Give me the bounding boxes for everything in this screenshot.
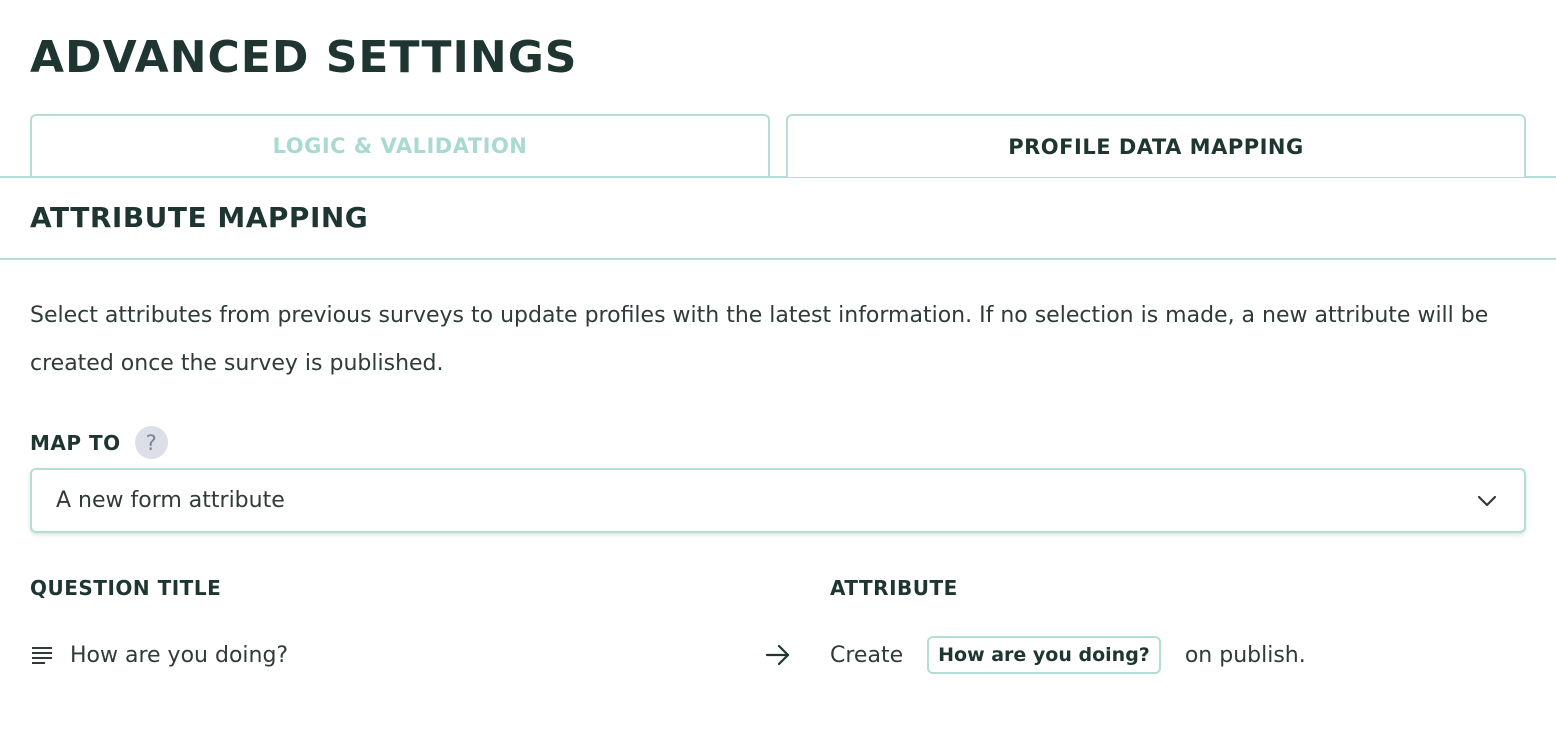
attribute-prefix: Create xyxy=(830,642,904,668)
attribute-header: ATTRIBUTE xyxy=(830,576,958,600)
text-lines-icon xyxy=(30,643,54,667)
map-to-label-row: MAP TO ? xyxy=(30,426,168,459)
section-title: ATTRIBUTE MAPPING xyxy=(30,201,369,234)
table-row: How are you doing? Create How are you do… xyxy=(0,630,1556,680)
tab-logic-validation-label: LOGIC & VALIDATION xyxy=(272,134,528,158)
section-description: Select attributes from previous surveys … xyxy=(30,303,1489,376)
tab-logic-validation[interactable]: LOGIC & VALIDATION xyxy=(30,114,770,176)
arrow-right-icon xyxy=(764,642,792,668)
tab-profile-data-mapping[interactable]: PROFILE DATA MAPPING xyxy=(786,114,1526,177)
question-mark-icon[interactable]: ? xyxy=(134,426,168,459)
attribute-cell: Create How are you doing? on publish. xyxy=(830,630,1306,680)
tab-profile-data-mapping-label: PROFILE DATA MAPPING xyxy=(1008,134,1304,159)
map-to-select[interactable]: A new form attribute xyxy=(30,468,1526,533)
map-to-label: MAP TO xyxy=(30,430,121,455)
chevron-down-icon xyxy=(1474,488,1500,514)
attribute-suffix: on publish. xyxy=(1184,642,1306,668)
section-divider xyxy=(0,258,1556,260)
question-title-header: QUESTION TITLE xyxy=(30,576,222,600)
attribute-name-chip: How are you doing? xyxy=(927,636,1161,674)
question-text: How are you doing? xyxy=(70,642,289,668)
question-cell: How are you doing? xyxy=(30,630,288,680)
map-to-selected-value: A new form attribute xyxy=(56,488,285,513)
page-title: ADVANCED SETTINGS xyxy=(30,32,578,83)
